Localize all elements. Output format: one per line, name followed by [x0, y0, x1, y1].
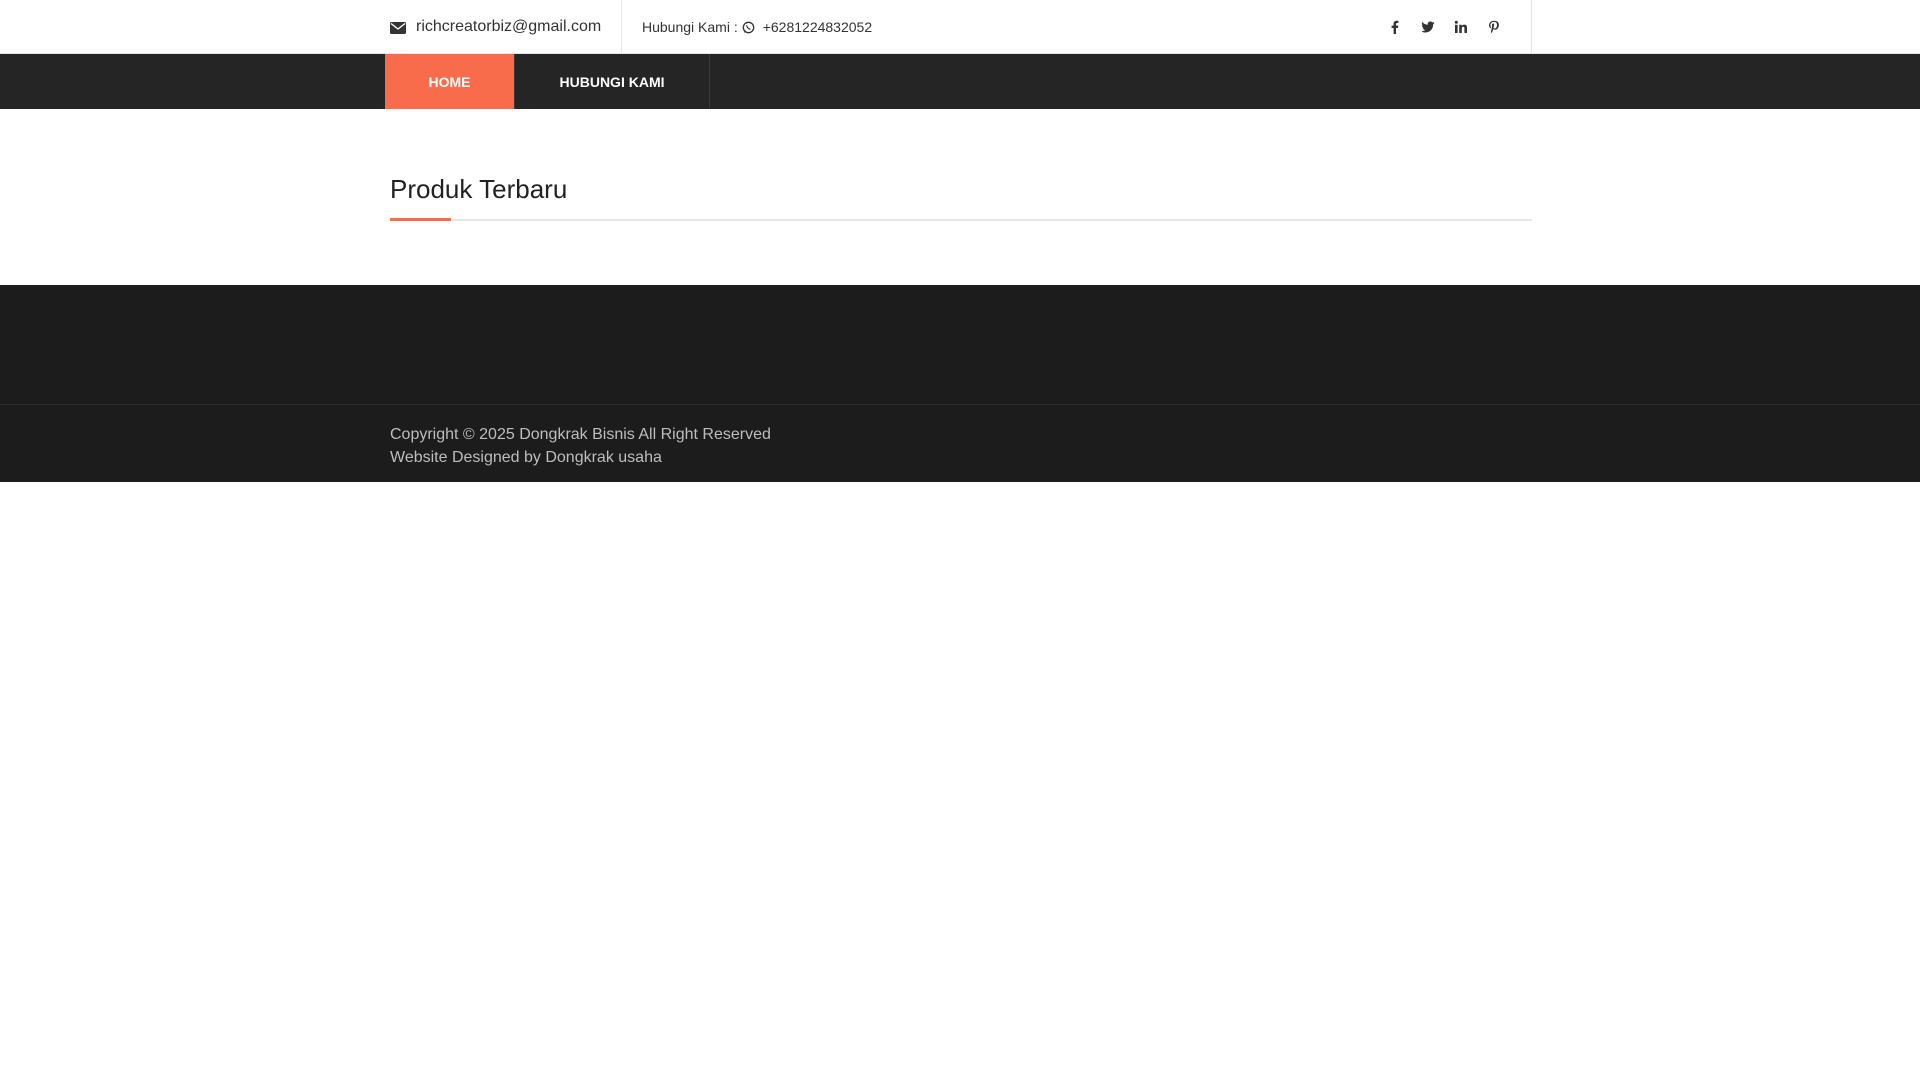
whatsapp-icon — [742, 21, 755, 34]
designed-by-text: Website Designed by Dongkrak usaha — [390, 449, 662, 466]
email-contact[interactable]: richcreatorbiz@gmail.com — [390, 0, 601, 54]
facebook-icon[interactable] — [1378, 0, 1411, 54]
phone-number[interactable]: +6281224832052 — [763, 19, 872, 35]
divider — [1531, 0, 1532, 54]
envelope-icon — [390, 21, 406, 34]
title-accent-bar — [390, 218, 451, 221]
email-text: richcreatorbiz@gmail.com — [416, 18, 602, 35]
phone-contact: Hubungi Kami : +6281224832052 — [642, 0, 872, 54]
footer-widgets — [0, 285, 1920, 405]
main-content: Produk Terbaru — [0, 109, 1920, 285]
divider — [621, 0, 622, 54]
footer-bottom: Copyright © 2025 Dongkrak Bisnis All Rig… — [0, 405, 1920, 482]
title-underline — [390, 219, 1532, 221]
social-links — [1378, 0, 1510, 54]
copyright-text: Copyright © 2025 Dongkrak Bisnis All Rig… — [390, 426, 771, 443]
contact-label: Hubungi Kami : — [642, 19, 738, 35]
pinterest-icon[interactable] — [1477, 0, 1510, 54]
twitter-icon[interactable] — [1411, 0, 1444, 54]
main-nav: HOME HUBUNGI KAMI — [0, 54, 1920, 109]
top-bar: richcreatorbiz@gmail.com Hubungi Kami : … — [0, 0, 1920, 54]
nav-item-home[interactable]: HOME — [385, 54, 515, 109]
section-title: Produk Terbaru — [390, 174, 568, 204]
linkedin-icon[interactable] — [1444, 0, 1477, 54]
nav-item-hubungi-kami[interactable]: HUBUNGI KAMI — [515, 54, 710, 109]
